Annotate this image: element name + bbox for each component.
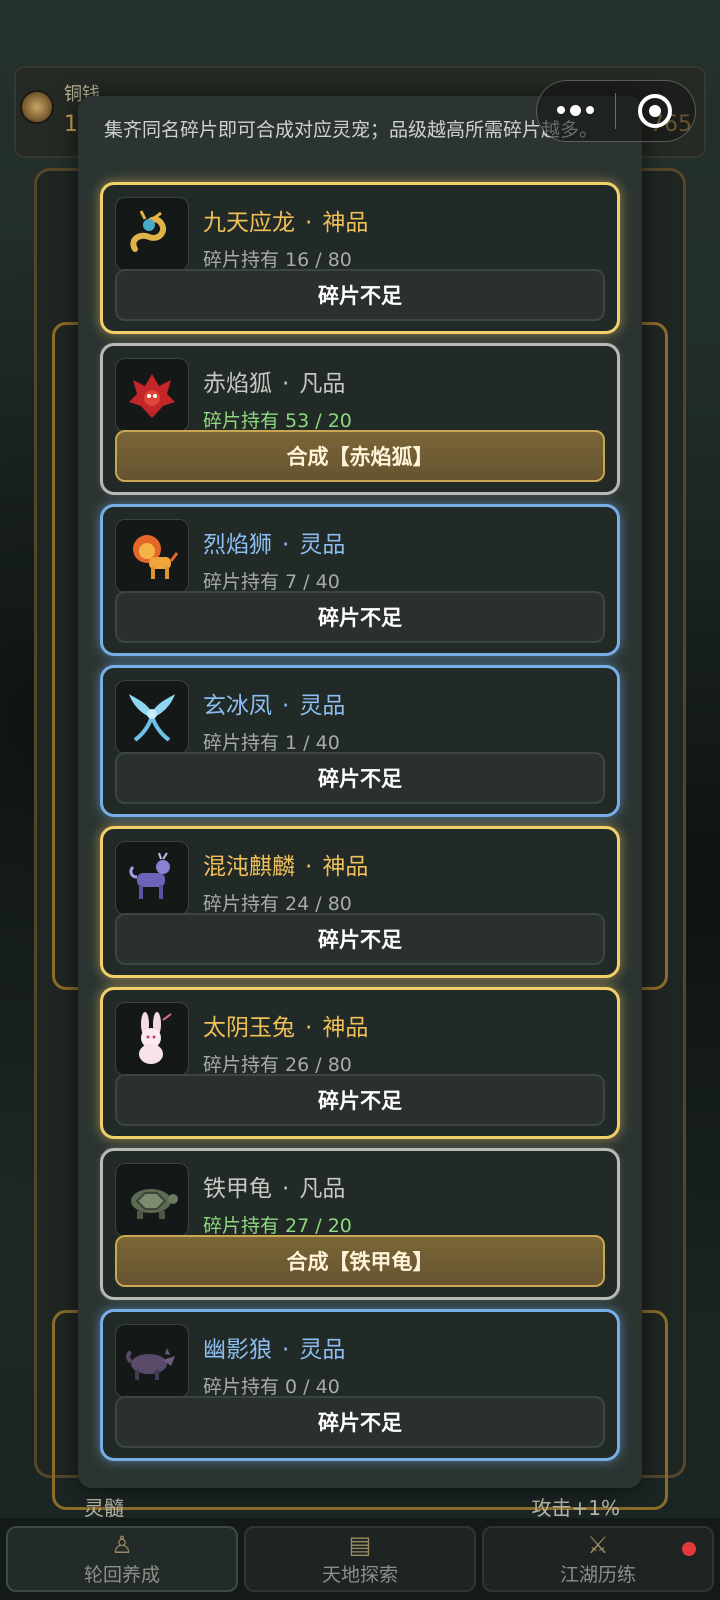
pet-grade: 神品 xyxy=(322,854,369,880)
name-separator: · xyxy=(282,532,290,558)
lion-icon xyxy=(115,519,189,593)
tab-explore[interactable]: ▤ 天地探索 xyxy=(244,1526,476,1592)
insufficient-fragments-button[interactable]: 碎片不足 xyxy=(115,1396,605,1448)
pet-card: 烈焰狮 · 灵品碎片持有 7 / 40 碎片不足 xyxy=(100,504,620,656)
insufficient-fragments-button[interactable]: 碎片不足 xyxy=(115,591,605,643)
pet-name: 太阴玉兔 xyxy=(203,1015,295,1041)
tab-label: 天地探索 xyxy=(321,1563,398,1586)
pet-name-line: 太阴玉兔 · 神品 xyxy=(203,1008,368,1042)
pet-card: 赤焰狐 · 凡品碎片持有 53 / 20 合成【赤焰狐】 xyxy=(100,343,620,495)
insufficient-fragments-button[interactable]: 碎片不足 xyxy=(115,913,605,965)
pet-name-line: 九天应龙 · 神品 xyxy=(203,203,368,237)
name-separator: · xyxy=(282,693,290,719)
pet-grade: 凡品 xyxy=(299,1176,346,1202)
insufficient-fragments-button[interactable]: 碎片不足 xyxy=(115,269,605,321)
fragment-count: 碎片持有 24 / 80 xyxy=(203,893,352,915)
more-menu-button[interactable] xyxy=(537,105,615,116)
wolf-icon xyxy=(115,1324,189,1398)
swords-icon: ⚔ xyxy=(587,1530,609,1559)
pet-name: 幽影狼 xyxy=(203,1337,272,1363)
pet-grade: 神品 xyxy=(322,210,369,236)
fragment-count: 碎片持有 0 / 40 xyxy=(203,1376,340,1398)
pet-card: 太阴玉兔 · 神品碎片持有 26 / 80 碎片不足 xyxy=(100,987,620,1139)
name-separator: · xyxy=(282,371,290,397)
pet-name: 铁甲龟 xyxy=(203,1176,272,1202)
rabbit-icon xyxy=(115,1002,189,1076)
fragment-count: 碎片持有 7 / 40 xyxy=(203,571,340,593)
pet-name-line: 铁甲龟 · 凡品 xyxy=(203,1169,345,1203)
tab-reincarnation[interactable]: ♙ 轮回养成 xyxy=(6,1526,238,1592)
tab-label: 轮回养成 xyxy=(83,1563,160,1586)
name-separator: · xyxy=(282,1337,290,1363)
fragment-count: 碎片持有 16 / 80 xyxy=(203,249,352,271)
background-stat-value: 攻击+1% xyxy=(531,1496,621,1520)
pet-grade: 灵品 xyxy=(299,693,346,719)
name-separator: · xyxy=(305,1015,313,1041)
pet-name: 混沌麒麟 xyxy=(203,854,295,880)
notification-badge xyxy=(682,1542,696,1556)
pet-card: 铁甲龟 · 凡品碎片持有 27 / 20 合成【铁甲龟】 xyxy=(100,1148,620,1300)
tab-label: 江湖历练 xyxy=(559,1563,636,1586)
name-separator: · xyxy=(305,854,313,880)
map-icon: ▤ xyxy=(348,1530,372,1559)
pet-grade: 灵品 xyxy=(299,532,346,558)
synthesize-button[interactable]: 合成【铁甲龟】 xyxy=(115,1235,605,1287)
dragon-icon xyxy=(115,197,189,271)
pet-name-line: 赤焰狐 · 凡品 xyxy=(203,364,345,398)
person-icon: ♙ xyxy=(111,1530,133,1559)
modal-description: 集齐同名碎片即可合成对应灵宠；品级越高所需碎片越多。 xyxy=(104,119,599,141)
pet-card: 九天应龙 · 神品碎片持有 16 / 80 碎片不足 xyxy=(100,182,620,334)
qilin-icon xyxy=(115,841,189,915)
pet-name: 玄冰凤 xyxy=(203,693,272,719)
target-icon xyxy=(638,94,673,128)
miniprogram-capsule xyxy=(536,80,696,142)
pet-name: 赤焰狐 xyxy=(203,371,272,397)
tab-jianghu[interactable]: ⚔ 江湖历练 xyxy=(482,1526,714,1592)
pet-name-line: 烈焰狮 · 灵品 xyxy=(203,525,345,559)
synthesize-button[interactable]: 合成【赤焰狐】 xyxy=(115,430,605,482)
close-miniprogram-button[interactable] xyxy=(616,94,696,128)
fragment-count: 碎片持有 1 / 40 xyxy=(203,732,340,754)
resource-value-left: 1 xyxy=(64,112,78,137)
pet-card: 混沌麒麟 · 神品碎片持有 24 / 80 碎片不足 xyxy=(100,826,620,978)
fragment-count: 碎片持有 27 / 20 xyxy=(203,1215,352,1237)
background-stat-label: 灵髓 xyxy=(84,1496,124,1520)
fox-icon xyxy=(115,358,189,432)
insufficient-fragments-button[interactable]: 碎片不足 xyxy=(115,752,605,804)
fragment-count: 碎片持有 26 / 80 xyxy=(203,1054,352,1076)
pet-name-line: 混沌麒麟 · 神品 xyxy=(203,847,368,881)
pet-card: 玄冰凤 · 灵品碎片持有 1 / 40 碎片不足 xyxy=(100,665,620,817)
pet-card: 幽影狼 · 灵品碎片持有 0 / 40 碎片不足 xyxy=(100,1309,620,1461)
insufficient-fragments-button[interactable]: 碎片不足 xyxy=(115,1074,605,1126)
turtle-icon xyxy=(115,1163,189,1237)
pet-grade: 神品 xyxy=(322,1015,369,1041)
name-separator: · xyxy=(282,1176,290,1202)
pet-name: 九天应龙 xyxy=(203,210,295,236)
pet-name-line: 玄冰凤 · 灵品 xyxy=(203,686,345,720)
phoenix-icon xyxy=(115,680,189,754)
pet-synthesis-modal: 集齐同名碎片即可合成对应灵宠；品级越高所需碎片越多。 九天应龙 · 神品 碎片持有 1… xyxy=(78,96,642,1488)
fragment-count: 碎片持有 53 / 20 xyxy=(203,410,352,432)
name-separator: · xyxy=(305,210,313,236)
coin-icon xyxy=(20,90,54,124)
pet-grade: 凡品 xyxy=(299,371,346,397)
pet-grade: 灵品 xyxy=(299,1337,346,1363)
pet-name: 烈焰狮 xyxy=(203,532,272,558)
pet-name-line: 幽影狼 · 灵品 xyxy=(203,1330,345,1364)
bottom-nav: ♙ 轮回养成 ▤ 天地探索 ⚔ 江湖历练 xyxy=(0,1518,720,1600)
